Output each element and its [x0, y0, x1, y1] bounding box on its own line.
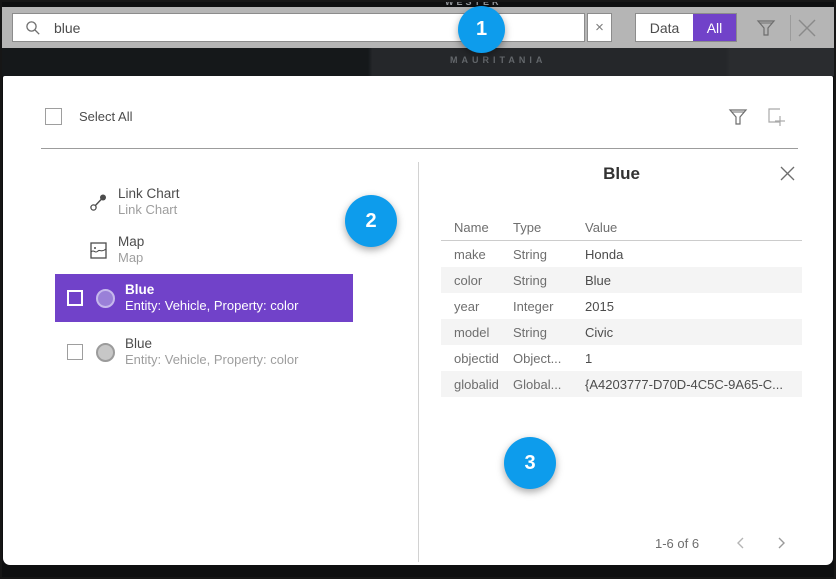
cell-name: model [441, 325, 513, 340]
results-filter-icon[interactable] [727, 106, 749, 128]
header-divider [41, 148, 798, 149]
cell-name: make [441, 247, 513, 262]
page-next-icon[interactable] [774, 536, 788, 550]
item-title: Blue [125, 282, 298, 298]
map-label-mauritania: MAURITANIA [450, 55, 546, 65]
cell-value: Honda [585, 247, 802, 262]
annotation-badge-1: 1 [458, 6, 505, 53]
detail-title: Blue [441, 164, 802, 184]
table-row: year Integer 2015 [441, 293, 802, 319]
table-row: objectid Object... 1 [441, 345, 802, 371]
cell-value: Blue [585, 273, 802, 288]
cell-value: Civic [585, 325, 802, 340]
cell-name: objectid [441, 351, 513, 366]
cell-type: String [513, 325, 585, 340]
search-icon [25, 20, 41, 36]
cell-type: Integer [513, 299, 585, 314]
list-item-blue[interactable]: Blue Entity: Vehicle, Property: color [55, 328, 353, 376]
toolbar-divider [790, 15, 791, 41]
content-divider [418, 162, 419, 562]
item-subtitle: Map [118, 250, 144, 266]
search-results-panel: Select All Link Chart Link Chart [3, 76, 833, 565]
list-item-link-chart[interactable]: Link Chart Link Chart [55, 178, 353, 226]
cell-value: {A4203777-D70D-4C5C-9A65-C... [585, 377, 802, 392]
table-header-row: Name Type Value [441, 214, 802, 240]
item-title: Blue [125, 336, 298, 352]
header-value: Value [585, 220, 802, 235]
item-title: Link Chart [118, 186, 180, 202]
map-background: MAURITANIA [2, 48, 834, 76]
item-title: Map [118, 234, 144, 250]
table-row: make String Honda [441, 241, 802, 267]
annotation-badge-2: 2 [345, 195, 397, 247]
scope-segmented-control: Data All [635, 13, 737, 42]
cell-type: String [513, 273, 585, 288]
pagination: 1-6 of 6 [441, 534, 802, 554]
link-chart-icon [89, 192, 108, 212]
app-window: WESTER × Data All MAURITANIA [0, 0, 836, 579]
list-item-map[interactable]: Map Map [55, 226, 353, 274]
clear-search-button[interactable]: × [587, 13, 612, 42]
page-prev-icon[interactable] [734, 536, 748, 550]
filter-icon[interactable] [755, 17, 777, 39]
table-row: globalid Global... {A4203777-D70D-4C5C-9… [441, 371, 802, 397]
table-body: make String Honda color String Blue year… [441, 241, 802, 397]
cell-type: Global... [513, 377, 585, 392]
cell-name: globalid [441, 377, 513, 392]
scope-all-button[interactable]: All [693, 14, 736, 41]
cell-name: color [441, 273, 513, 288]
map-icon [89, 240, 108, 260]
cell-type: Object... [513, 351, 585, 366]
add-to-selection-icon[interactable] [765, 106, 789, 130]
table-row: color String Blue [441, 267, 802, 293]
header-name: Name [441, 220, 513, 235]
detail-close-icon[interactable] [778, 164, 797, 183]
select-all-checkbox[interactable] [45, 108, 62, 125]
item-subtitle: Entity: Vehicle, Property: color [125, 298, 298, 314]
map-label-western: WESTER [445, 0, 502, 7]
annotation-number: 3 [524, 452, 535, 475]
annotation-badge-3: 3 [504, 437, 556, 489]
entity-circle-icon [96, 343, 115, 362]
annotation-number: 1 [476, 18, 487, 41]
select-all-control[interactable]: Select All [45, 108, 132, 125]
pagination-label: 1-6 of 6 [655, 536, 699, 551]
annotation-number: 2 [365, 210, 376, 233]
table-row: model String Civic [441, 319, 802, 345]
cell-value: 1 [585, 351, 802, 366]
search-toolbar: × Data All [2, 7, 834, 48]
cell-name: year [441, 299, 513, 314]
entity-circle-icon [96, 289, 115, 308]
item-checkbox[interactable] [67, 344, 83, 360]
item-checkbox[interactable] [67, 290, 83, 306]
cell-type: String [513, 247, 585, 262]
attribute-table: Name Type Value make String Honda color … [441, 214, 802, 397]
item-subtitle: Entity: Vehicle, Property: color [125, 352, 298, 368]
item-subtitle: Link Chart [118, 202, 180, 218]
select-all-label: Select All [79, 109, 132, 124]
list-item-blue-selected[interactable]: Blue Entity: Vehicle, Property: color [55, 274, 353, 322]
close-search-icon[interactable] [796, 17, 818, 39]
scope-data-button[interactable]: Data [636, 14, 693, 41]
cell-value: 2015 [585, 299, 802, 314]
header-type: Type [513, 220, 585, 235]
